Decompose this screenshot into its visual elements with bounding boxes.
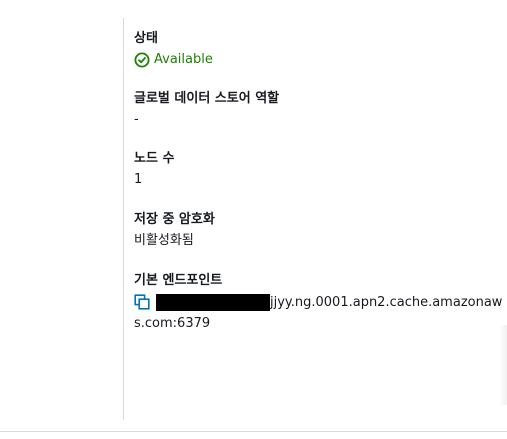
node-count-label: 노드 수 bbox=[134, 151, 175, 166]
node-count-value: 1 bbox=[134, 172, 143, 187]
copy-endpoint-button[interactable] bbox=[134, 293, 152, 311]
primary-endpoint-label: 기본 엔드포인트 bbox=[134, 273, 223, 288]
bottom-divider bbox=[0, 431, 507, 432]
primary-endpoint-value-line1: jjyy.ng.0001.apn2.cache.amazonaw bbox=[270, 294, 503, 310]
primary-endpoint-field: 기본 엔드포인트 jjyy.ng.0001.apn2.cache.amazona… bbox=[134, 271, 502, 335]
status-field: 상태 Available bbox=[134, 29, 213, 71]
redacted-endpoint-prefix bbox=[156, 293, 270, 311]
primary-endpoint-row: jjyy.ng.0001.apn2.cache.amazonaw bbox=[134, 291, 502, 313]
scroll-shadow bbox=[499, 325, 507, 405]
global-datastore-role-value: - bbox=[134, 112, 139, 127]
status-positive-icon bbox=[134, 52, 150, 68]
encryption-at-rest-field: 저장 중 암호화 비활성화됨 bbox=[134, 210, 215, 252]
status-text: Available bbox=[154, 52, 213, 67]
global-datastore-role-field: 글로벌 데이터 스토어 역할 - bbox=[134, 89, 279, 131]
vertical-divider bbox=[123, 18, 124, 420]
status-label: 상태 bbox=[134, 31, 158, 46]
status-value: Available bbox=[134, 49, 213, 71]
copy-icon bbox=[134, 294, 150, 310]
encryption-at-rest-label: 저장 중 암호화 bbox=[134, 212, 215, 227]
global-datastore-role-label: 글로벌 데이터 스토어 역할 bbox=[134, 91, 280, 106]
encryption-at-rest-value: 비활성화됨 bbox=[134, 233, 194, 248]
node-count-field: 노드 수 1 bbox=[134, 149, 174, 191]
primary-endpoint-value-line2: s.com:6379 bbox=[134, 316, 211, 331]
